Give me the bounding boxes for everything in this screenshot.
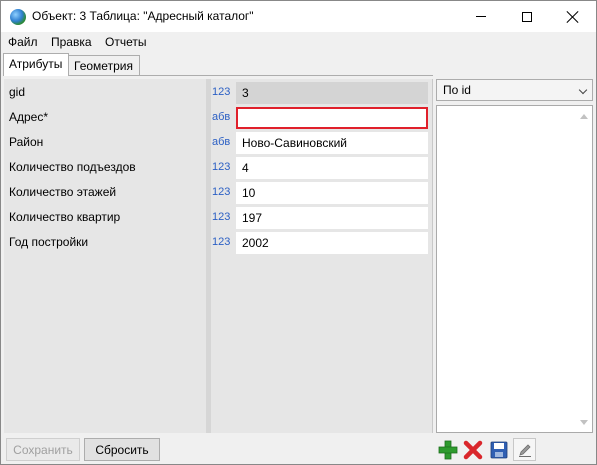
floors-field[interactable]: 10 xyxy=(236,182,428,204)
type-badge: 123 xyxy=(212,86,231,98)
object-window: Объект: 3 Таблица: "Адресный каталог" Фа… xyxy=(0,0,597,465)
scroll-down-arrow[interactable] xyxy=(580,420,588,425)
address-field[interactable] xyxy=(236,107,428,129)
save-disk-button[interactable] xyxy=(487,438,510,461)
attr-row-year: Год постройки 123 2002 xyxy=(4,232,433,254)
window-title: Объект: 3 Таблица: "Адресный каталог" xyxy=(32,9,254,23)
gid-field: 3 xyxy=(236,82,428,104)
type-badge: 123 xyxy=(212,161,231,173)
sort-select-value: По id xyxy=(443,83,471,97)
edit-button[interactable] xyxy=(513,438,536,461)
attr-label: Район xyxy=(9,135,44,149)
attr-label: gid xyxy=(9,85,26,99)
attr-label: Количество подъездов xyxy=(9,160,136,174)
close-button[interactable] xyxy=(550,1,596,32)
district-field[interactable]: Ново-Савиновский xyxy=(236,132,428,154)
year-field[interactable]: 2002 xyxy=(236,232,428,254)
entrances-field[interactable]: 4 xyxy=(236,157,428,179)
menu-reports[interactable]: Отчеты xyxy=(105,35,146,49)
delete-icon xyxy=(463,440,482,459)
menu-file[interactable]: Файл xyxy=(8,35,38,49)
chevron-down-icon xyxy=(578,85,588,95)
minimize-button[interactable] xyxy=(458,1,504,32)
attr-row-floors: Количество этажей 123 10 xyxy=(4,182,433,204)
tab-geometry[interactable]: Геометрия xyxy=(69,55,140,76)
type-badge: абв xyxy=(212,136,231,148)
attr-row-gid: gid 123 3 xyxy=(4,82,433,104)
attr-row-district: Район абв Ново-Савиновский xyxy=(4,132,433,154)
save-button[interactable]: Сохранить xyxy=(6,438,80,461)
attr-row-apartments: Количество квартир 123 197 xyxy=(4,207,433,229)
scroll-up-arrow[interactable] xyxy=(580,114,588,119)
globe-icon xyxy=(10,9,26,25)
attr-label: Адрес* xyxy=(9,110,49,124)
type-badge: 123 xyxy=(212,236,231,248)
sort-select[interactable]: По id xyxy=(436,79,593,101)
type-badge: 123 xyxy=(212,186,231,198)
reset-button[interactable]: Сбросить xyxy=(84,438,160,461)
delete-button[interactable] xyxy=(461,438,484,461)
edit-icon xyxy=(518,443,531,457)
minimize-icon xyxy=(476,16,486,17)
maximize-button[interactable] xyxy=(504,1,550,32)
tab-attributes[interactable]: Атрибуты xyxy=(3,53,69,76)
object-list[interactable] xyxy=(436,105,593,433)
attr-label: Количество этажей xyxy=(9,185,117,199)
apartments-field[interactable]: 197 xyxy=(236,207,428,229)
attr-label: Количество квартир xyxy=(9,210,121,224)
title-bar: Объект: 3 Таблица: "Адресный каталог" xyxy=(1,1,596,32)
maximize-icon xyxy=(522,11,532,22)
attr-row-entrances: Количество подъездов 123 4 xyxy=(4,157,433,179)
menu-edit[interactable]: Правка xyxy=(51,35,92,49)
save-disk-icon xyxy=(490,441,507,458)
close-icon xyxy=(567,11,579,23)
attr-label: Год постройки xyxy=(9,235,89,249)
menu-bar: Файл Правка Отчеты xyxy=(1,32,596,52)
add-button[interactable] xyxy=(436,438,459,461)
attributes-panel: gid 123 3 Адрес* абв Район абв Ново-Сави… xyxy=(4,79,433,433)
add-icon xyxy=(438,440,457,459)
type-badge: 123 xyxy=(212,211,231,223)
type-badge: абв xyxy=(212,111,231,123)
attr-row-address: Адрес* абв xyxy=(4,107,433,129)
